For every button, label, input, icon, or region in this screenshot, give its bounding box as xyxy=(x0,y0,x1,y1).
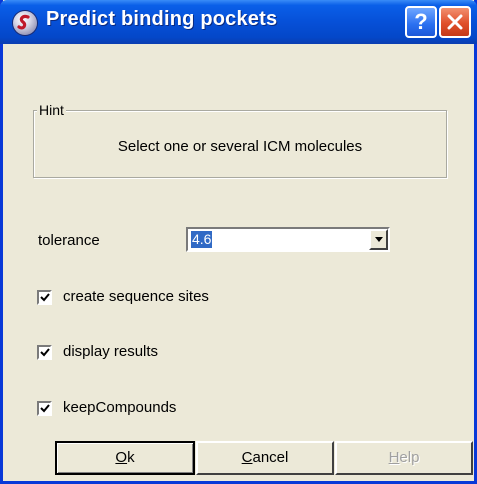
hint-group: Hint Select one or several ICM molecules xyxy=(33,102,447,178)
hint-legend: Hint xyxy=(37,102,66,118)
tolerance-combobox[interactable]: 4.6 xyxy=(186,227,390,252)
tolerance-label: tolerance xyxy=(38,232,100,249)
ok-button[interactable]: Ok xyxy=(55,441,195,475)
create-sequence-sites-checkbox[interactable] xyxy=(37,290,52,305)
cancel-label: ancel xyxy=(252,449,289,466)
cancel-mnemonic: C xyxy=(241,449,253,466)
app-icon[interactable] xyxy=(13,11,37,35)
help-label: elp xyxy=(399,449,420,466)
tolerance-dropdown-button[interactable] xyxy=(369,229,388,250)
checkmark-icon xyxy=(40,404,50,413)
dialog-window: Predict binding pockets ? Hint Select on… xyxy=(0,0,477,484)
title-help-button[interactable]: ? xyxy=(405,6,437,38)
keep-compounds-checkbox[interactable] xyxy=(37,401,52,416)
title-close-button[interactable] xyxy=(439,6,471,38)
display-results-label[interactable]: display results xyxy=(63,343,158,360)
tolerance-value[interactable]: 4.6 xyxy=(191,231,213,248)
ok-label: k xyxy=(127,449,135,466)
help-button: Help xyxy=(335,441,473,475)
ok-mnemonic: O xyxy=(115,449,128,466)
window-title: Predict binding pockets xyxy=(46,8,278,30)
hint-text: Select one or several ICM molecules xyxy=(117,138,363,155)
checkmark-icon xyxy=(40,293,50,302)
checkmark-icon xyxy=(40,348,50,357)
display-results-checkbox[interactable] xyxy=(37,345,52,360)
create-sequence-sites-label[interactable]: create sequence sites xyxy=(63,288,209,305)
help-mnemonic: H xyxy=(388,449,400,466)
title-bar[interactable]: Predict binding pockets ? xyxy=(0,0,477,44)
keep-compounds-label[interactable]: keepCompounds xyxy=(63,399,176,416)
cancel-button[interactable]: Cancel xyxy=(196,441,334,475)
